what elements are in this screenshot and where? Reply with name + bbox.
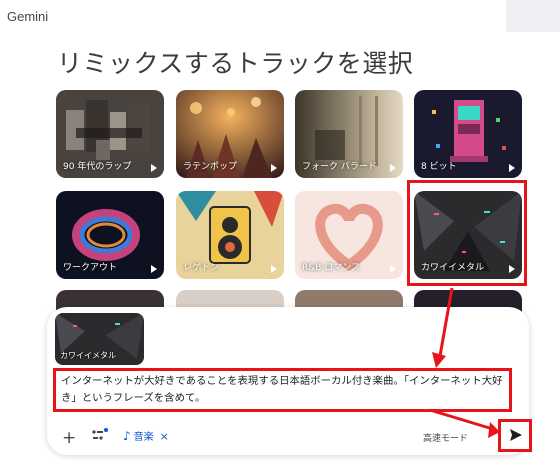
music-chip[interactable]: ♪ 音楽 × [123,428,169,443]
play-icon [151,265,157,273]
prompt-composer: カワイイメタル インターネットが大好きであることを表現する日本語ボーカル付き楽曲… [47,307,529,455]
track-label: 90 年代のラップ [63,162,132,172]
music-chip-label: 音楽 [133,432,154,443]
app-brand: Gemini [7,9,49,24]
play-icon [151,164,157,172]
selected-track-label: カワイイメタル [60,351,116,360]
play-icon [390,265,396,273]
track-tile-90s-rap[interactable]: 90 年代のラップ [56,90,164,178]
track-tile-8bit[interactable]: 8 ビット [414,90,522,178]
play-icon [390,164,396,172]
page-heading: リミックスするトラックを選択 [57,49,414,78]
account-area[interactable] [506,0,560,32]
track-label: フォーク バラード [302,162,377,172]
track-tile-folk-ballad[interactable]: フォーク バラード [295,90,403,178]
tools-icon[interactable] [91,428,109,442]
music-note-icon: ♪ [123,429,131,443]
highlight-selected-track [407,180,527,286]
track-label: R&B ロマンス [302,263,361,273]
send-button[interactable] [498,419,532,452]
track-label: レゲトン [183,263,220,273]
close-icon[interactable]: × [160,430,169,443]
top-bar: Gemini [0,0,560,34]
track-tile-rnb-romance[interactable]: R&B ロマンス [295,191,403,279]
selected-track-chip[interactable]: カワイイメタル [55,313,144,365]
send-icon [510,429,522,441]
track-tile-latin-pop[interactable]: ラテンポップ [176,90,284,178]
track-label: 8 ビット [421,162,457,172]
highlight-prompt [53,368,512,412]
track-label: ラテンポップ [183,162,238,172]
track-tile-reggaeton[interactable]: レゲトン [176,191,284,279]
mode-selector[interactable]: 高速モード [423,431,468,444]
play-icon [271,265,277,273]
track-tile-workout[interactable]: ワークアウト [56,191,164,279]
play-icon [271,164,277,172]
add-icon[interactable]: + [62,428,76,448]
play-icon [509,164,515,172]
track-label: ワークアウト [63,263,118,273]
